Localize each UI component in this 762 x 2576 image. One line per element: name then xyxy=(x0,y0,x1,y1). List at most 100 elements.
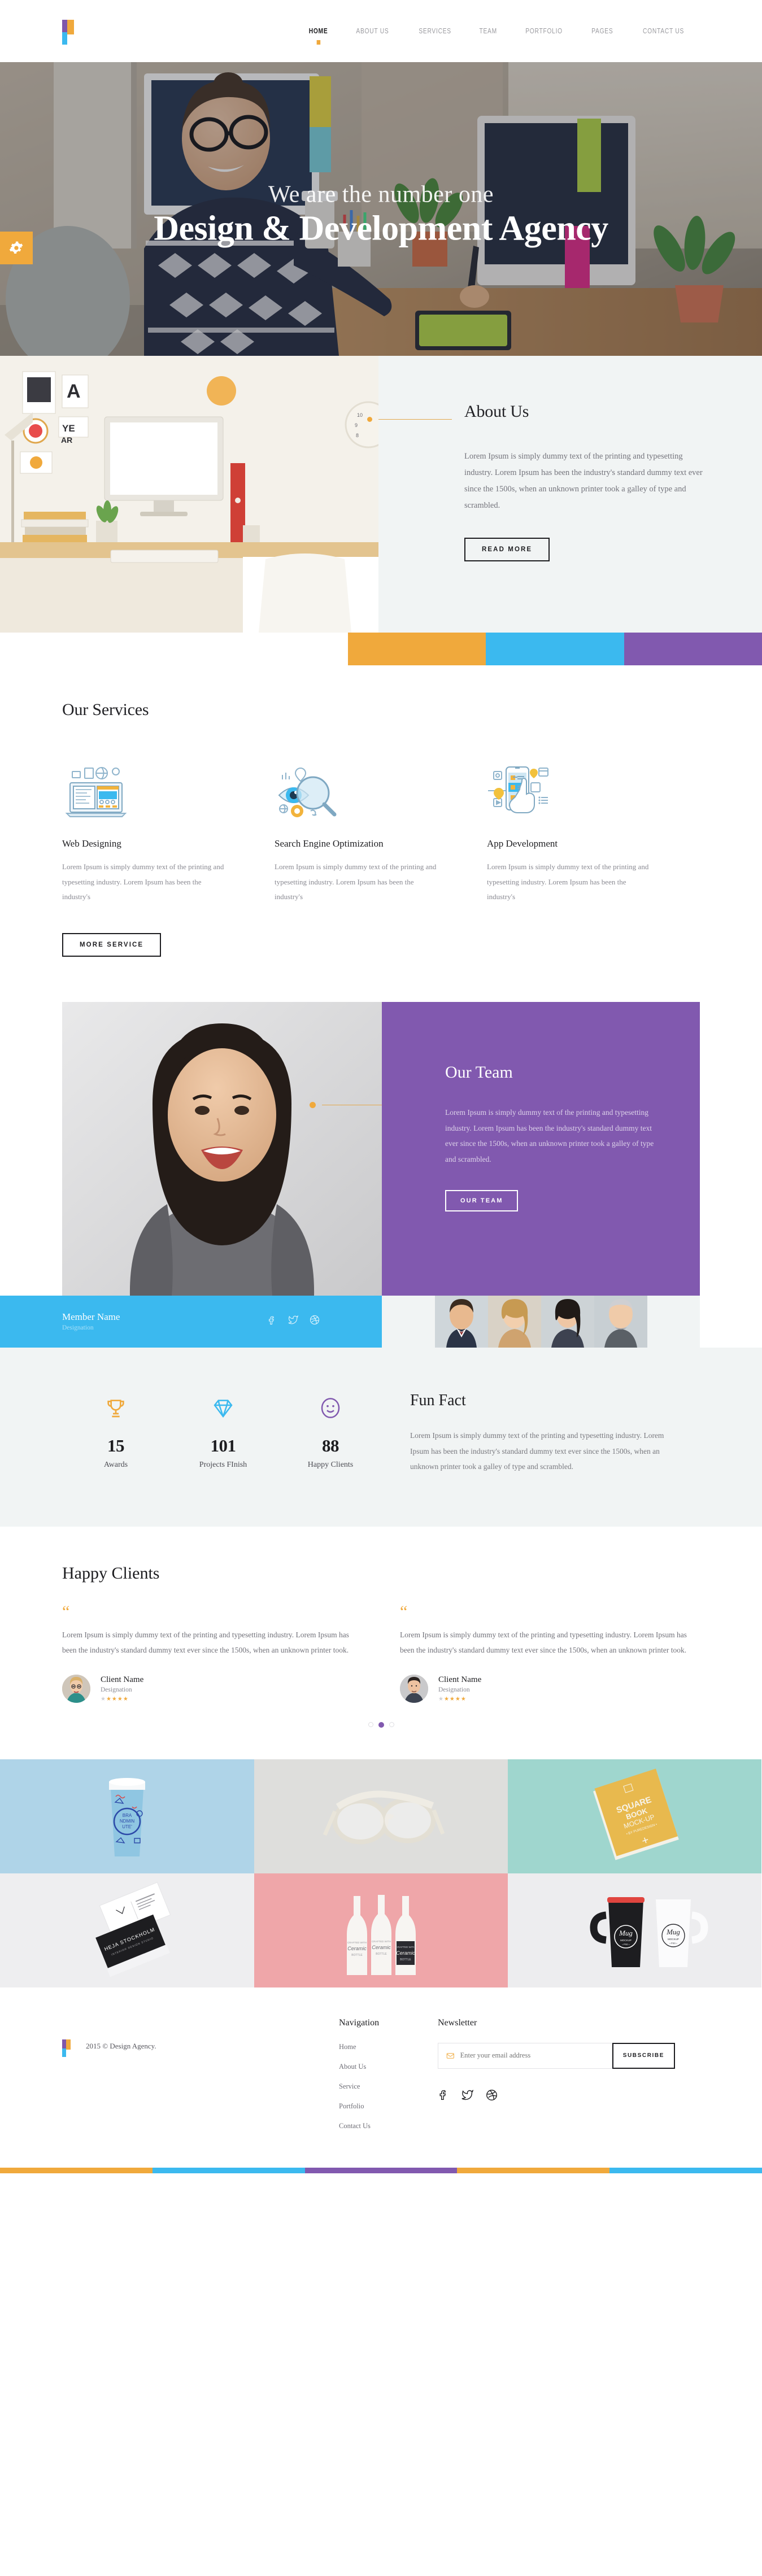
service-card-seo: Search Engine Optimization Lorem Ipsum i… xyxy=(275,752,487,905)
landing-page: HOME ABOUT US SERVICES TEAM PORTFOLIO PA… xyxy=(0,0,762,2173)
counters-group: 15 Awards 101 Projects FInish 88 Happy C… xyxy=(62,1392,410,1475)
trophy-icon xyxy=(62,1395,169,1421)
bottom-bar-orange-2 xyxy=(457,2167,610,2173)
service-card-app-development: App Development Lorem Ipsum is simply du… xyxy=(487,752,699,905)
footer-link-home[interactable]: Home xyxy=(339,2043,438,2051)
facebook-icon[interactable] xyxy=(267,1315,277,1328)
portfolio-item-business-card[interactable]: HEJA STOCKHOLM INTERIOR DESIGN STUDIO xyxy=(0,1873,254,1987)
svg-text:10: 10 xyxy=(357,412,363,418)
svg-text:A: A xyxy=(67,381,81,402)
member-designation: Designation xyxy=(62,1324,94,1332)
service-name: Web Designing xyxy=(62,838,121,849)
counter-projects: 101 Projects FInish xyxy=(169,1395,277,1475)
nav-item-about-us[interactable]: ABOUT US xyxy=(347,27,398,35)
testimonial-body: Lorem Ipsum is simply dummy text of the … xyxy=(400,1630,687,1654)
copyright-text: 2015 © Design Agency. xyxy=(86,2041,156,2050)
team-thumbnail-4[interactable] xyxy=(594,1295,647,1348)
portfolio-item-square-book[interactable]: SQUARE BOOK MOCK-UP • BY PUREDESIGN • xyxy=(508,1759,762,1873)
mobile-app-hand-icon xyxy=(487,752,654,820)
team-thumbnail-2[interactable] xyxy=(487,1295,541,1348)
portfolio-grid: BRA NDMIN UTE' SQUARE BOOK MOCK-UP • BY … xyxy=(0,1759,762,1987)
bottom-bar-blue-2 xyxy=(609,2167,762,2173)
testimonials-section: Happy Clients “ Lorem Ipsum is simply du… xyxy=(0,1526,762,1759)
newsletter-form: SUBSCRIBE xyxy=(438,2042,675,2069)
member-info-bar: Member Name Designation xyxy=(0,1295,382,1348)
pagination-dot-1[interactable] xyxy=(368,1721,373,1727)
avatar xyxy=(62,1674,90,1703)
pagination-dot-2-active[interactable] xyxy=(378,1721,384,1728)
svg-text:Mug: Mug xyxy=(666,1928,680,1936)
nav-item-home[interactable]: HOME xyxy=(299,27,337,45)
read-more-button[interactable]: READ MORE xyxy=(464,538,550,561)
portfolio-item-coffee-cup[interactable]: BRA NDMIN UTE' xyxy=(0,1759,254,1873)
testimonial-author: Client Name Designation ★★★★★ xyxy=(400,1674,694,1703)
pagination-dot-3[interactable] xyxy=(389,1721,394,1727)
svg-text:YE: YE xyxy=(62,423,75,434)
our-team-button[interactable]: OUR TEAM xyxy=(445,1189,519,1211)
rating-stars: ★★★★★ xyxy=(438,1695,467,1702)
svg-text:CRAFTED WITH: CRAFTED WITH xyxy=(347,1941,367,1944)
counter-value: 88 xyxy=(322,1435,339,1455)
about-section: A YE AR 10 9 8 About Us Lorem Ipsum is s… xyxy=(0,356,762,633)
footer-accent-bars xyxy=(0,2167,762,2173)
testimonial-author: Client Name Designation ★★★★★ xyxy=(62,1674,356,1703)
site-header: HOME ABOUT US SERVICES TEAM PORTFOLIO PA… xyxy=(0,0,762,62)
about-workspace-illustration: A YE AR 10 9 8 xyxy=(0,356,378,633)
counter-value: 15 xyxy=(107,1435,125,1455)
colorbar-blue xyxy=(486,633,624,665)
hero-subtitle: We are the number one xyxy=(268,181,494,208)
svg-text:Mug: Mug xyxy=(619,1929,633,1937)
portfolio-item-eyeglasses[interactable] xyxy=(254,1759,508,1873)
more-service-button[interactable]: MORE SERVICE xyxy=(62,932,162,957)
footer-link-about-us[interactable]: About Us xyxy=(339,2063,438,2071)
testimonials-title: Happy Clients xyxy=(62,1563,160,1583)
service-body: Lorem Ipsum is simply dummy text of the … xyxy=(487,862,649,901)
logo-bar-orange xyxy=(66,2039,71,2050)
bottom-bar-purple xyxy=(304,2167,458,2173)
hero-text-block: We are the number one Design & Developme… xyxy=(0,181,762,247)
client-designation: Designation xyxy=(438,1686,470,1693)
svg-text:• PSD •: • PSD • xyxy=(670,1942,678,1945)
nav-item-pages[interactable]: PAGES xyxy=(582,27,622,35)
counter-clients: 88 Happy Clients xyxy=(277,1395,384,1475)
nav-label: HOME xyxy=(308,27,328,35)
twitter-icon[interactable] xyxy=(288,1315,299,1328)
nav-item-contact-us[interactable]: CONTACT US xyxy=(634,27,694,35)
bottom-bar-blue-1 xyxy=(152,2167,305,2173)
dribbble-icon[interactable] xyxy=(486,2089,498,2104)
about-body: Lorem Ipsum is simply dummy text of the … xyxy=(464,452,703,510)
portfolio-item-mugs[interactable]: Mug MOCKUP • PSD • Mug MOCKUP • PSD • xyxy=(508,1873,762,1987)
portfolio-item-ceramic-bottles[interactable]: CRAFTED WITH Ceramic BOTTLE CRAFTED WITH… xyxy=(254,1873,508,1987)
team-thumbnail-1[interactable] xyxy=(434,1295,488,1348)
svg-text:Ceramic: Ceramic xyxy=(396,1950,415,1956)
nav-item-portfolio[interactable]: PORTFOLIO xyxy=(516,27,572,35)
colorbar-purple xyxy=(624,633,762,665)
footer-link-contact-us[interactable]: Contact Us xyxy=(339,2122,438,2130)
footer-logo[interactable] xyxy=(62,2039,77,2057)
footer-link-service[interactable]: Service xyxy=(339,2082,438,2091)
logo-bar-blue xyxy=(62,32,67,45)
newsletter-email-input[interactable] xyxy=(460,2051,604,2060)
svg-text:CRAFTED WITH: CRAFTED WITH xyxy=(372,1940,391,1943)
nav-item-services[interactable]: SERVICES xyxy=(410,27,460,35)
quote-icon: “ xyxy=(400,1602,408,1621)
design-agency-logo[interactable] xyxy=(62,20,85,45)
team-photo xyxy=(62,1001,382,1296)
smiley-icon xyxy=(277,1395,384,1421)
twitter-icon[interactable] xyxy=(461,2089,474,2104)
about-content: About Us Lorem Ipsum is simply dummy tex… xyxy=(367,356,762,633)
nav-item-team[interactable]: TEAM xyxy=(470,27,506,35)
footer-link-portfolio[interactable]: Portfolio xyxy=(339,2102,438,2111)
main-navigation: HOME ABOUT US SERVICES TEAM PORTFOLIO PA… xyxy=(295,27,700,45)
member-social-links xyxy=(267,1315,320,1328)
team-thumbnail-3[interactable] xyxy=(541,1295,594,1348)
logo-bar-purple xyxy=(62,20,67,32)
author-text: Client Name Designation ★★★★★ xyxy=(438,1675,481,1702)
counter-label: Happy Clients xyxy=(307,1460,354,1469)
footer-brand: 2015 © Design Agency. xyxy=(62,2018,339,2142)
gear-badge-button[interactable] xyxy=(0,232,33,264)
facebook-icon[interactable] xyxy=(438,2089,449,2103)
svg-text:8: 8 xyxy=(356,433,359,438)
dribbble-icon[interactable] xyxy=(310,1315,320,1328)
subscribe-button[interactable]: SUBSCRIBE xyxy=(612,2042,675,2069)
